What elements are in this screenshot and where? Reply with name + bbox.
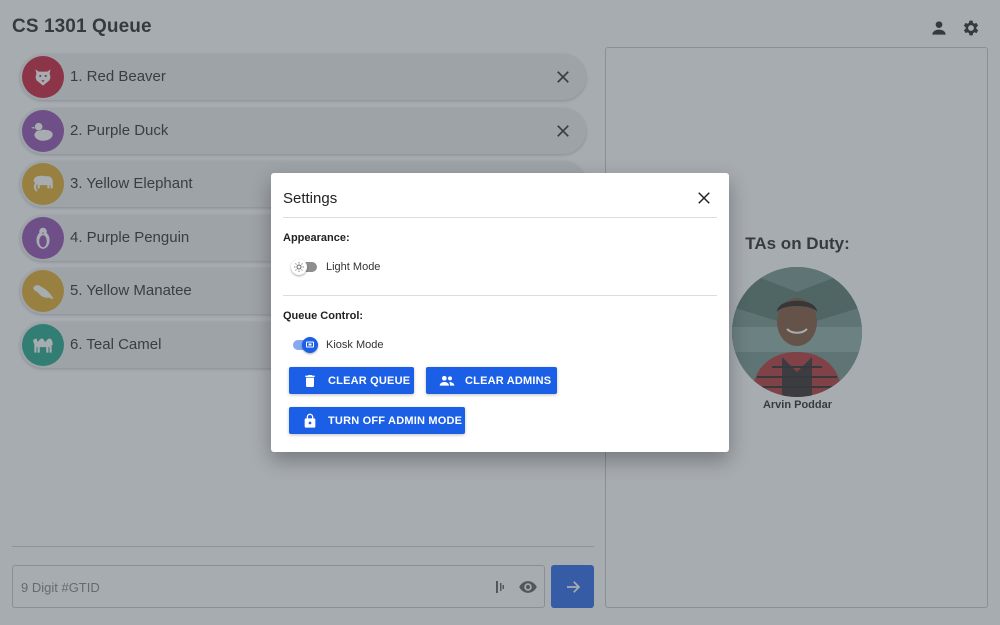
dialog-title: Settings (283, 190, 338, 207)
clear-queue-button[interactable]: CLEAR QUEUE (289, 367, 414, 394)
clear-admins-label: CLEAR ADMINS (465, 374, 552, 387)
settings-dialog: Settings Appearance: Light Mode Queue Co… (271, 173, 729, 452)
clear-queue-label: CLEAR QUEUE (328, 374, 411, 387)
appearance-label: Appearance: (283, 232, 350, 244)
turn-off-admin-mode-button[interactable]: TURN OFF ADMIN MODE (289, 407, 465, 434)
queue-control-label: Queue Control: (283, 310, 364, 322)
people-icon (439, 375, 455, 386)
clear-admins-button[interactable]: CLEAR ADMINS (426, 367, 557, 394)
lock-icon (304, 413, 316, 428)
divider (283, 295, 717, 296)
kiosk-mode-toggle[interactable] (291, 337, 318, 353)
kiosk-icon (302, 337, 318, 353)
turn-off-admin-mode-label: TURN OFF ADMIN MODE (328, 414, 463, 427)
kiosk-mode-label: Kiosk Mode (326, 339, 384, 351)
divider (283, 217, 717, 218)
light-mode-label: Light Mode (326, 261, 381, 273)
light-mode-toggle[interactable] (291, 259, 317, 275)
sun-icon (291, 259, 307, 275)
close-icon[interactable] (695, 189, 713, 207)
trash-icon (305, 374, 315, 387)
